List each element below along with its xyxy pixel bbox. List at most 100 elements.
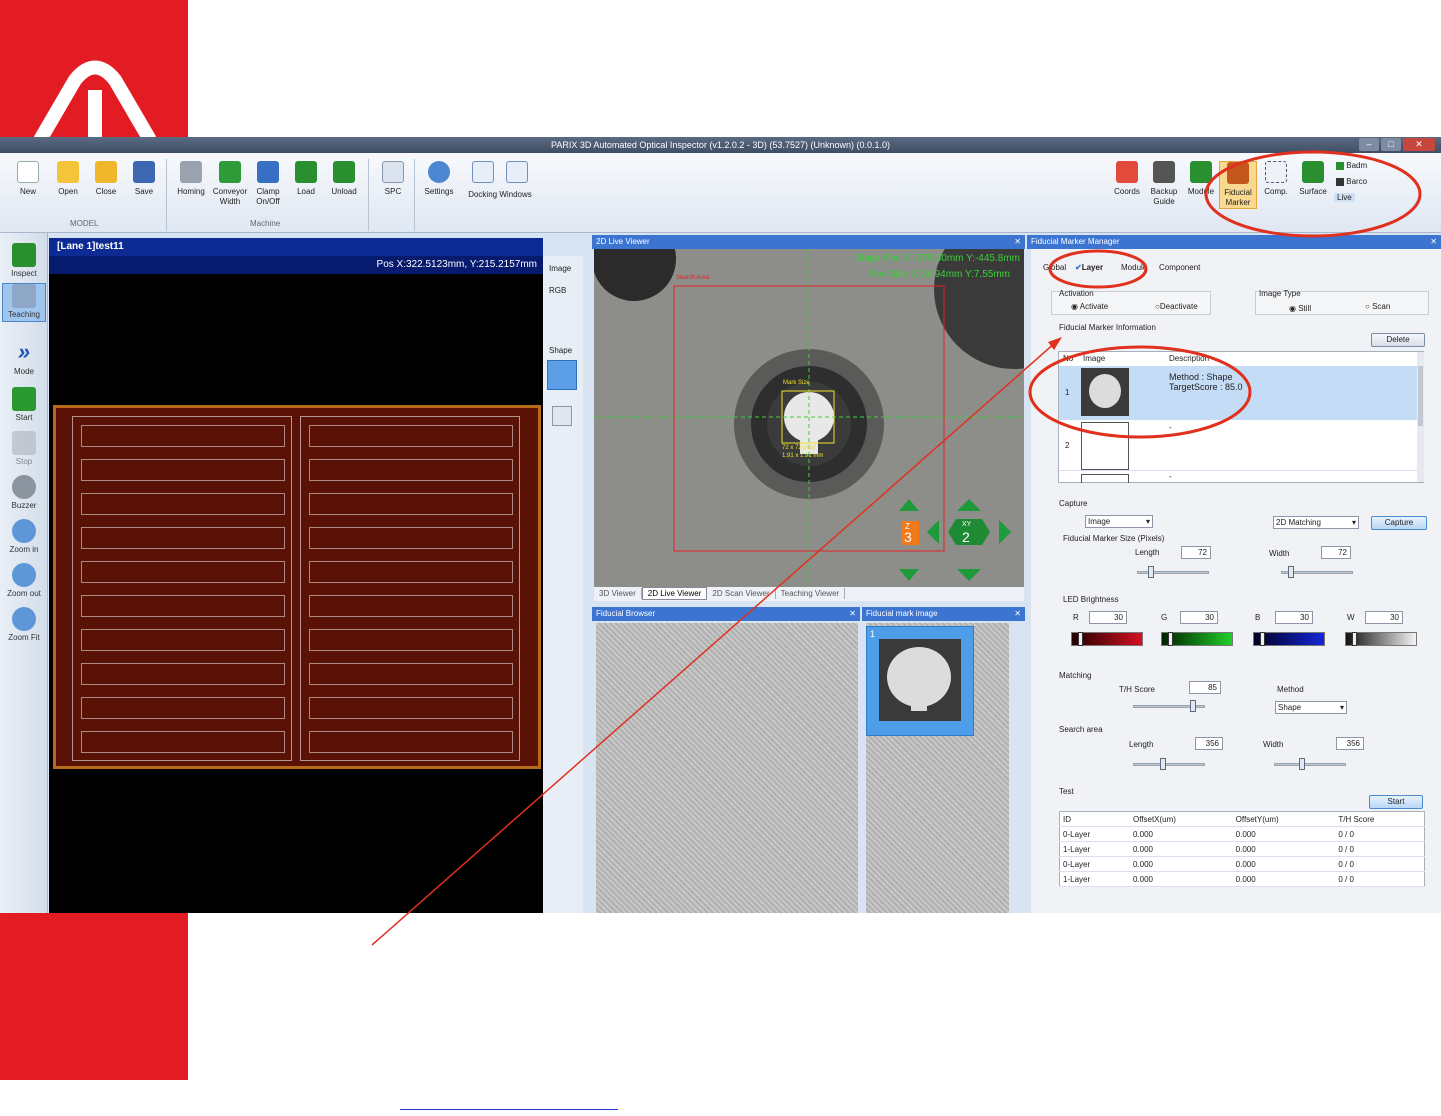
rgb-selector[interactable]: RGB bbox=[549, 286, 566, 295]
table-row: 1-Layer 0.000 0.000 0 / 0 bbox=[1059, 841, 1425, 857]
delete-button[interactable]: Delete bbox=[1371, 333, 1425, 347]
led-w-slider[interactable] bbox=[1345, 632, 1417, 646]
led-r-input[interactable]: 30 bbox=[1089, 611, 1127, 624]
zoom-fit-button[interactable]: Zoom Fit bbox=[2, 607, 46, 642]
led-r-slider[interactable] bbox=[1071, 632, 1143, 646]
image-type-label: Image Type bbox=[1259, 289, 1301, 298]
close-icon[interactable]: ✕ bbox=[1014, 235, 1021, 249]
zoom-in-button[interactable]: Zoom in bbox=[2, 519, 46, 554]
start-button[interactable]: Start bbox=[2, 387, 46, 422]
live-button[interactable]: Live bbox=[1334, 193, 1355, 202]
new-button[interactable]: New bbox=[9, 161, 47, 197]
length-slider[interactable] bbox=[1137, 566, 1209, 578]
fiducial-marker-button[interactable]: Fiducial Marker bbox=[1219, 161, 1257, 209]
pcb-board-image[interactable] bbox=[53, 405, 541, 769]
stop-button[interactable]: Stop bbox=[2, 431, 46, 466]
tab-2d-live-viewer[interactable]: 2D Live Viewer bbox=[641, 587, 708, 600]
docking-icon bbox=[472, 161, 494, 183]
list-scrollbar[interactable] bbox=[1417, 352, 1424, 482]
maximize-button[interactable]: □ bbox=[1381, 138, 1401, 151]
save-button[interactable]: Save bbox=[125, 161, 163, 197]
list-item[interactable]: 1 Method : Shape TargetScore : 85.0 bbox=[1059, 366, 1417, 420]
search-width-slider[interactable] bbox=[1274, 758, 1346, 770]
homing-button[interactable]: Homing bbox=[172, 161, 210, 197]
search-length-input[interactable]: 356 bbox=[1195, 737, 1223, 750]
underline-link[interactable] bbox=[400, 1100, 618, 1110]
capture-source-select[interactable]: Image bbox=[1085, 515, 1153, 528]
barcode-button[interactable]: Barco bbox=[1336, 177, 1367, 186]
fiducial-mark-thumbnail[interactable]: 1 bbox=[866, 626, 974, 736]
module-button[interactable]: Module bbox=[1182, 161, 1220, 197]
led-g-input[interactable]: 30 bbox=[1180, 611, 1218, 624]
coords-button[interactable]: Coords bbox=[1108, 161, 1146, 197]
deactivate-radio[interactable]: ○Deactivate bbox=[1155, 302, 1198, 311]
activate-radio[interactable]: ◉ Activate bbox=[1071, 302, 1108, 311]
close-icon[interactable]: ✕ bbox=[849, 607, 856, 621]
list-item[interactable]: 2 - bbox=[1059, 421, 1417, 471]
ribbon: New Open Close Save MODEL Homing Conveyo… bbox=[0, 153, 1441, 233]
open-button[interactable]: Open bbox=[49, 161, 87, 197]
live-camera-image[interactable]: Stage Pos X:-275.30mm Y:-445.8mm Fov Siz… bbox=[594, 249, 1024, 587]
capture-button[interactable]: Capture bbox=[1371, 516, 1427, 530]
docking-windows-button[interactable]: Docking Windows bbox=[462, 161, 538, 200]
camera-feed bbox=[594, 249, 1024, 587]
capture-label: Capture bbox=[1059, 499, 1088, 508]
surface-button[interactable]: Surface bbox=[1294, 161, 1332, 197]
tab-module[interactable]: Module bbox=[1121, 263, 1147, 272]
badmark-button[interactable]: Badm bbox=[1336, 161, 1367, 170]
led-b-input[interactable]: 30 bbox=[1275, 611, 1313, 624]
shape-rect-icon[interactable] bbox=[547, 360, 577, 390]
buzzer-button[interactable]: Buzzer bbox=[2, 475, 46, 510]
inspect-button[interactable]: Inspect bbox=[2, 243, 46, 278]
length-input[interactable]: 72 bbox=[1181, 546, 1211, 559]
new-file-icon bbox=[17, 161, 39, 183]
backup-guide-button[interactable]: Backup Guide bbox=[1145, 161, 1183, 207]
conveyor-width-button[interactable]: Conveyor Width bbox=[211, 161, 249, 207]
led-b-slider[interactable] bbox=[1253, 632, 1325, 646]
tab-teaching-viewer[interactable]: Teaching Viewer bbox=[776, 588, 846, 599]
shape-select-icon[interactable] bbox=[552, 406, 572, 426]
image-label: Image bbox=[549, 264, 572, 273]
close-button[interactable]: Close bbox=[87, 161, 125, 197]
tab-global[interactable]: Global bbox=[1043, 263, 1066, 272]
unload-button[interactable]: Unload bbox=[325, 161, 363, 197]
method-select[interactable]: Shape bbox=[1275, 701, 1347, 714]
comp-button[interactable]: Comp. bbox=[1257, 161, 1295, 197]
led-g-slider[interactable] bbox=[1161, 632, 1233, 646]
settings-button[interactable]: Settings bbox=[420, 161, 458, 197]
clamp-button[interactable]: Clamp On/Off bbox=[249, 161, 287, 207]
window-icon bbox=[506, 161, 528, 183]
capture-mode-select[interactable]: 2D Matching bbox=[1273, 516, 1359, 529]
list-item[interactable]: - bbox=[1059, 472, 1417, 483]
search-length-slider[interactable] bbox=[1133, 758, 1205, 770]
width-input[interactable]: 72 bbox=[1321, 546, 1351, 559]
search-width-input[interactable]: 356 bbox=[1336, 737, 1364, 750]
led-w-input[interactable]: 30 bbox=[1365, 611, 1403, 624]
fiducial-browser-panel[interactable] bbox=[596, 623, 858, 913]
teaching-button[interactable]: Teaching bbox=[2, 283, 46, 322]
company-logo-icon bbox=[33, 60, 157, 137]
minimize-button[interactable]: – bbox=[1359, 138, 1379, 151]
start-test-button[interactable]: Start bbox=[1369, 795, 1423, 809]
tab-layer[interactable]: ✔Layer bbox=[1075, 263, 1103, 272]
live-viewer-header: 2D Live Viewer ✕ bbox=[592, 235, 1025, 249]
mode-button[interactable]: » Mode bbox=[2, 341, 46, 377]
tab-2d-scan-viewer[interactable]: 2D Scan Viewer bbox=[707, 588, 776, 599]
width-slider[interactable] bbox=[1281, 566, 1353, 578]
th-score-slider[interactable] bbox=[1133, 700, 1205, 712]
close-icon[interactable]: ✕ bbox=[1014, 607, 1021, 621]
th-score-input[interactable]: 85 bbox=[1189, 681, 1221, 694]
z-axis-control[interactable]: 3 bbox=[904, 529, 912, 545]
tab-3d-viewer[interactable]: 3D Viewer bbox=[594, 588, 642, 599]
search-width-label: Width bbox=[1263, 740, 1284, 749]
xy-axis-control[interactable]: 2 bbox=[962, 529, 970, 545]
zoom-out-button[interactable]: Zoom out bbox=[2, 563, 46, 598]
load-button[interactable]: Load bbox=[287, 161, 325, 197]
still-radio[interactable]: ◉ Still bbox=[1289, 304, 1311, 313]
close-window-button[interactable]: ✕ bbox=[1403, 138, 1435, 151]
spc-button[interactable]: SPC bbox=[374, 161, 412, 197]
tab-component[interactable]: Component bbox=[1159, 263, 1200, 272]
close-icon[interactable]: ✕ bbox=[1430, 235, 1437, 249]
scan-radio[interactable]: ○ Scan bbox=[1365, 302, 1390, 311]
model-group-label: MODEL bbox=[70, 219, 99, 228]
